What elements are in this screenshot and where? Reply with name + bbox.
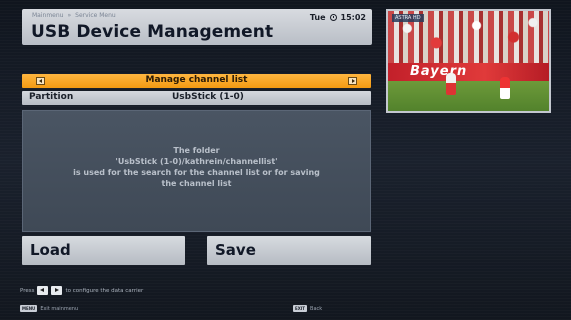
football-pitch xyxy=(388,81,549,111)
clock-icon xyxy=(329,14,337,21)
footer-back[interactable]: EXIT Back xyxy=(293,305,322,312)
breadcrumb: Mainmenu » Service Menu xyxy=(32,12,116,19)
load-button[interactable]: Load xyxy=(22,236,185,265)
exit-key-icon: EXIT xyxy=(293,305,308,312)
breadcrumb-item-service-menu[interactable]: Service Menu xyxy=(75,12,116,19)
usb-device-management-screen: Mainmenu » Service Menu USB Device Manag… xyxy=(0,0,571,320)
breadcrumb-item-mainmenu[interactable]: Mainmenu xyxy=(32,12,63,19)
load-button-label: Load xyxy=(30,241,71,259)
footer-exit-mainmenu[interactable]: MENU Exit mainmenu xyxy=(20,305,78,312)
date-time: Tue 15:02 xyxy=(310,13,366,22)
navigation-hint: Press to configure the data carrier xyxy=(20,286,143,295)
hint-suffix: to configure the data carrier xyxy=(65,287,144,294)
manage-channel-list-label: Manage channel list xyxy=(145,75,248,85)
breadcrumb-separator: » xyxy=(67,12,72,19)
exit-mainmenu-label: Exit mainmenu xyxy=(40,305,79,312)
info-panel: The folder 'UsbStick (1-0)/kathrein/chan… xyxy=(22,110,371,232)
save-button[interactable]: Save xyxy=(207,236,371,265)
menu-key-icon: MENU xyxy=(20,305,38,312)
info-line: the channel list xyxy=(161,179,232,188)
channel-name-badge: ASTRA HD xyxy=(392,14,424,22)
partition-label: Partition xyxy=(29,92,74,102)
save-button-label: Save xyxy=(215,241,256,259)
time-label: 15:02 xyxy=(340,13,366,22)
banner-text: Bayern xyxy=(410,64,468,79)
key-left-icon xyxy=(37,286,49,295)
partition-value: UsbStick (1-0) xyxy=(172,92,244,102)
info-message: The folder 'UsbStick (1-0)/kathrein/chan… xyxy=(23,145,370,189)
page-title: USB Device Management xyxy=(31,22,274,42)
arrow-right-icon[interactable] xyxy=(348,77,357,85)
player-figure xyxy=(446,73,456,95)
partition-row[interactable]: Partition UsbStick (1-0) xyxy=(22,91,371,105)
hint-prefix: Press xyxy=(20,287,35,294)
info-line: 'UsbStick (1-0)/kathrein/channellist' xyxy=(115,157,278,166)
manage-channel-list-selector[interactable]: Manage channel list xyxy=(22,74,371,88)
tv-preview-window: ASTRA HD Bayern xyxy=(386,9,551,113)
info-line: is used for the search for the channel l… xyxy=(73,168,320,177)
key-right-icon xyxy=(51,286,63,295)
info-line: The folder xyxy=(173,146,220,155)
day-label: Tue xyxy=(309,13,326,22)
back-label: Back xyxy=(310,305,323,312)
title-bar: Mainmenu » Service Menu USB Device Manag… xyxy=(22,9,372,45)
player-figure xyxy=(500,77,510,99)
